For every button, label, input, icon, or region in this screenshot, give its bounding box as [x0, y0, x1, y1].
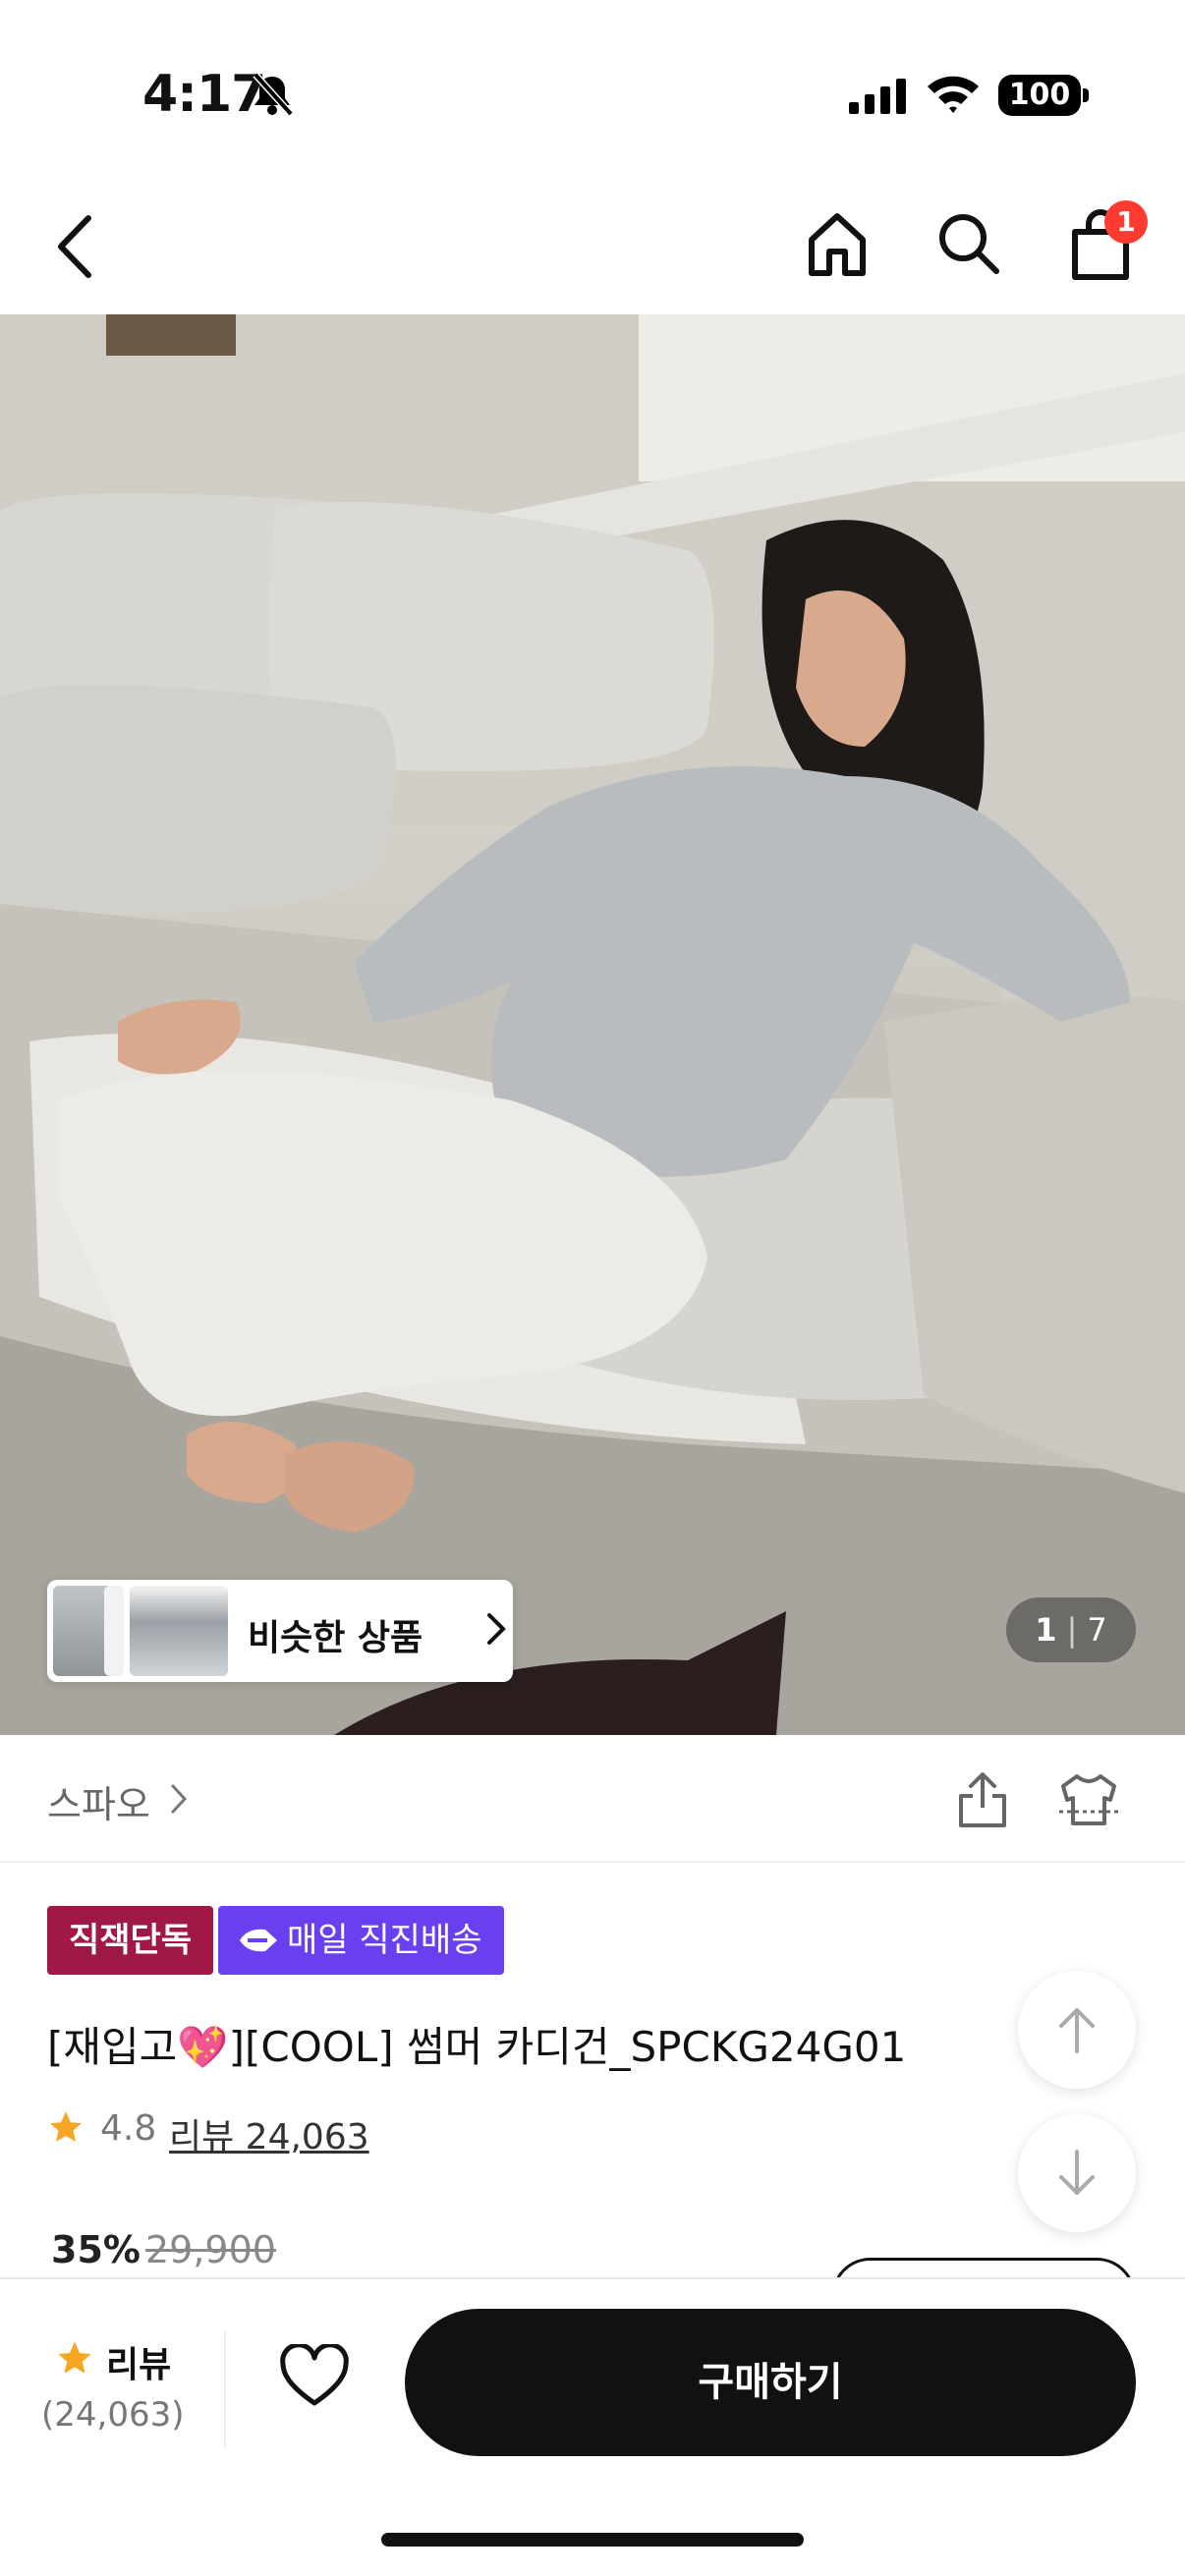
similar-thumb [104, 1586, 124, 1676]
bell-slash-icon [250, 71, 295, 122]
buy-button[interactable]: 구매하기 [405, 2309, 1136, 2456]
discount-rate: 35% [51, 2228, 141, 2271]
try-on-shirt-icon[interactable] [1057, 1772, 1120, 1831]
signal-icon [849, 79, 908, 118]
chevron-left-icon[interactable] [51, 212, 100, 285]
review-button-label[interactable]: 리뷰 [106, 2336, 171, 2387]
image-counter-current: 1 [1035, 1611, 1057, 1649]
original-price: 29,900 [145, 2228, 276, 2271]
product-image-carousel[interactable]: 비슷한 상품 1 | 7 [0, 314, 1185, 1735]
delivery-tag: 매일 직진배송 [218, 1906, 504, 1975]
rating-score: 4.8 [100, 2108, 157, 2149]
review-button-count[interactable]: (24,063) [41, 2395, 185, 2435]
home-indicator [381, 2533, 804, 2547]
delivery-arrow-icon [240, 1929, 277, 1952]
brand-link[interactable]: 스파오 [47, 1774, 150, 1828]
heart-icon[interactable] [279, 2342, 350, 2413]
product-title: [재입고💖][COOL] 썸머 카디건_SPCKG24G01 [47, 2023, 907, 2071]
chevron-right-icon [169, 1782, 189, 1820]
home-icon[interactable] [806, 210, 869, 283]
status-bar: 4:17 100 [0, 0, 1185, 187]
status-time: 4:17 [142, 65, 266, 124]
similar-products-button[interactable]: 비슷한 상품 [47, 1580, 513, 1682]
reviews-link[interactable]: 리뷰 24,063 [169, 2108, 369, 2159]
star-icon [47, 2108, 85, 2150]
top-nav [0, 187, 1185, 314]
similar-products-label: 비슷한 상품 [248, 1618, 423, 1658]
delivery-tag-label: 매일 직진배송 [287, 1921, 482, 1960]
scroll-top-button[interactable] [1018, 1971, 1136, 2089]
similar-thumb [130, 1586, 228, 1676]
image-counter-total: 7 [1087, 1611, 1107, 1649]
battery-icon: 100 [998, 75, 1081, 116]
arrow-down-icon [1059, 2150, 1095, 2195]
search-icon[interactable] [935, 210, 1002, 283]
wifi-icon [926, 73, 981, 118]
share-icon[interactable] [955, 1770, 1010, 1833]
battery-nub [1083, 88, 1089, 102]
brand-row: 스파오 [0, 1735, 1185, 1863]
product-photo [0, 314, 1185, 1735]
image-counter-separator: | [1066, 1611, 1078, 1649]
divider [224, 2330, 226, 2448]
exclusive-tag: 직잭단독 [47, 1906, 214, 1975]
scroll-bottom-button[interactable] [1018, 2114, 1136, 2232]
cart-count-badge: 1 [1104, 200, 1148, 244]
product-detail-page: 4:17 100 1 비슷한 상품 1 | 7 스파오 직잭단독 매일 직진배송… [0, 0, 1185, 2576]
star-icon [55, 2338, 94, 2381]
image-counter: 1 | 7 [1006, 1597, 1136, 1662]
bottom-action-bar: 리뷰 (24,063) 구매하기 [0, 2277, 1185, 2576]
arrow-up-icon [1059, 2008, 1095, 2053]
